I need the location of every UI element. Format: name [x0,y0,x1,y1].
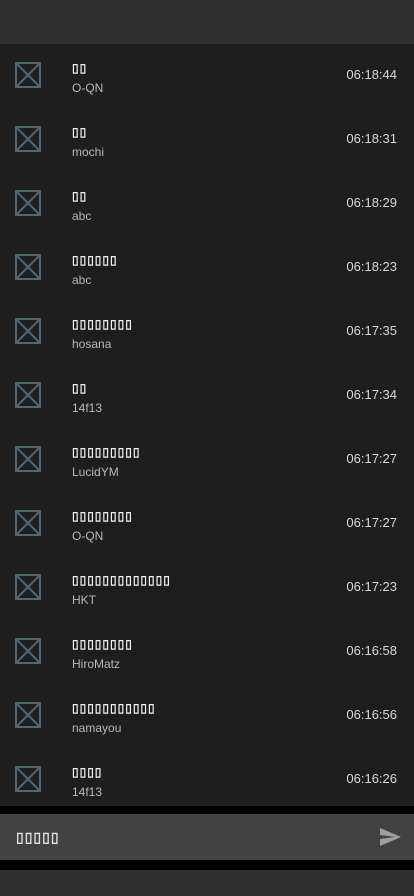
message-row[interactable]: ▯▯▯▯▯▯▯▯ O-QN 06:17:27 [0,492,414,556]
message-text: ▯▯ [72,125,88,139]
message-username: HiroMatz [72,657,121,671]
message-row[interactable]: ▯▯▯▯▯▯▯▯▯ LucidYM 06:17:27 [0,428,414,492]
message-row[interactable]: ▯▯▯▯▯▯ abc 06:18:23 [0,236,414,300]
message-row[interactable]: ▯▯▯▯ 14f13 06:16:26 [0,748,414,806]
message-timestamp: 06:18:29 [346,195,397,210]
message-username: hosana [72,337,112,351]
message-list[interactable]: ▯▯ O-QN 06:18:44 ▯▯ mochi 06:18:31 ▯▯ abc 06:18:… [0,44,414,806]
message-input[interactable] [16,827,336,847]
message-text: ▯▯▯▯▯▯▯▯▯▯▯ [72,701,156,715]
message-timestamp: 06:18:31 [346,131,397,146]
message-username: mochi [72,145,105,159]
message-timestamp: 06:17:27 [346,515,397,530]
message-username: 14f13 [72,785,103,799]
message-text: ▯▯ [72,189,88,203]
send-icon[interactable] [378,825,402,849]
broken-image-icon [15,126,41,152]
message-username: namayou [72,721,122,735]
broken-image-icon [15,638,41,664]
bottom-bar [0,870,414,896]
message-row[interactable]: ▯▯ 14f13 06:17:34 [0,364,414,428]
divider [0,860,414,870]
broken-image-icon [15,62,41,88]
message-text: ▯▯ [72,381,88,395]
broken-image-icon [15,382,41,408]
broken-image-icon [15,574,41,600]
divider [0,806,414,814]
broken-image-icon [15,766,41,792]
message-username: LucidYM [72,465,119,479]
message-row[interactable]: ▯▯▯▯▯▯▯▯ HiroMatz 06:16:58 [0,620,414,684]
message-timestamp: 06:18:23 [346,259,397,274]
message-text: ▯▯▯▯▯▯▯▯ [72,637,133,651]
message-text: ▯▯ [72,61,88,75]
broken-image-icon [15,254,41,280]
message-timestamp: 06:17:27 [346,451,397,466]
message-username: abc [72,273,92,287]
message-text: ▯▯▯▯▯▯▯▯▯ [72,445,141,459]
message-timestamp: 06:17:35 [346,323,397,338]
message-row[interactable]: ▯▯ mochi 06:18:31 [0,108,414,172]
message-timestamp: 06:16:58 [346,643,397,658]
broken-image-icon [15,510,41,536]
message-username: HKT [72,593,96,607]
message-composer [0,814,414,860]
message-text: ▯▯▯▯▯▯▯▯▯▯▯▯▯ [72,573,171,587]
message-row[interactable]: ▯▯▯▯▯▯▯▯▯▯▯ namayou 06:16:56 [0,684,414,748]
message-text: ▯▯▯▯▯▯▯▯ [72,317,133,331]
broken-image-icon [15,446,41,472]
message-username: abc [72,209,92,223]
message-row[interactable]: ▯▯ O-QN 06:18:44 [0,44,414,108]
message-text: ▯▯▯▯▯▯ [72,253,118,267]
broken-image-icon [15,190,41,216]
app-header [0,0,414,44]
message-text: ▯▯▯▯ [72,765,103,779]
message-timestamp: 06:17:34 [346,387,397,402]
message-row[interactable]: ▯▯▯▯▯▯▯▯▯▯▯▯▯ HKT 06:17:23 [0,556,414,620]
message-username: O-QN [72,81,104,95]
message-timestamp: 06:18:44 [346,67,397,82]
message-row[interactable]: ▯▯▯▯▯▯▯▯ hosana 06:17:35 [0,300,414,364]
message-timestamp: 06:17:23 [346,579,397,594]
message-row[interactable]: ▯▯ abc 06:18:29 [0,172,414,236]
message-username: 14f13 [72,401,103,415]
message-timestamp: 06:16:26 [346,771,397,786]
broken-image-icon [15,318,41,344]
broken-image-icon [15,702,41,728]
message-text: ▯▯▯▯▯▯▯▯ [72,509,133,523]
message-username: O-QN [72,529,104,543]
message-timestamp: 06:16:56 [346,707,397,722]
